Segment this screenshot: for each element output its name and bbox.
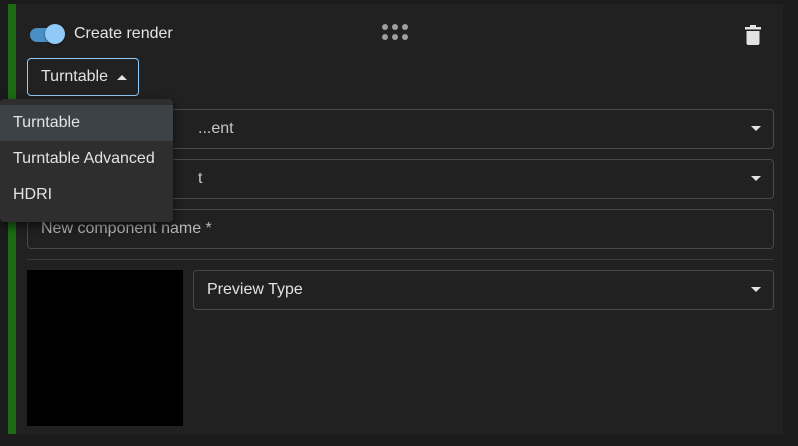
render-type-menu: Turntable Turntable Advanced HDRI xyxy=(0,99,173,222)
preview-image xyxy=(27,270,183,426)
drag-handle-icon[interactable] xyxy=(382,24,410,42)
render-type-label: Turntable xyxy=(41,68,108,85)
menu-item-turntable-advanced[interactable]: Turntable Advanced xyxy=(0,141,173,177)
chevron-down-icon xyxy=(751,126,761,131)
preview-type-select[interactable]: Preview Type xyxy=(193,270,774,310)
chevron-down-icon xyxy=(751,176,761,181)
create-render-toggle[interactable] xyxy=(28,24,66,44)
caret-up-icon xyxy=(117,74,127,80)
component-select-value: ...ent xyxy=(198,120,234,137)
menu-item-turntable[interactable]: Turntable xyxy=(0,105,173,141)
create-render-label: Create render xyxy=(74,25,173,42)
menu-item-hdri[interactable]: HDRI xyxy=(0,177,173,213)
trash-icon[interactable] xyxy=(745,25,761,45)
section-divider xyxy=(27,259,774,260)
preview-type-label: Preview Type xyxy=(207,281,303,298)
chevron-down-icon xyxy=(751,287,761,292)
new-component-name-placeholder: New component name * xyxy=(41,220,212,237)
toggle-thumb xyxy=(45,24,65,44)
render-type-button[interactable]: Turntable xyxy=(27,58,139,96)
secondary-select-value: t xyxy=(198,170,203,187)
